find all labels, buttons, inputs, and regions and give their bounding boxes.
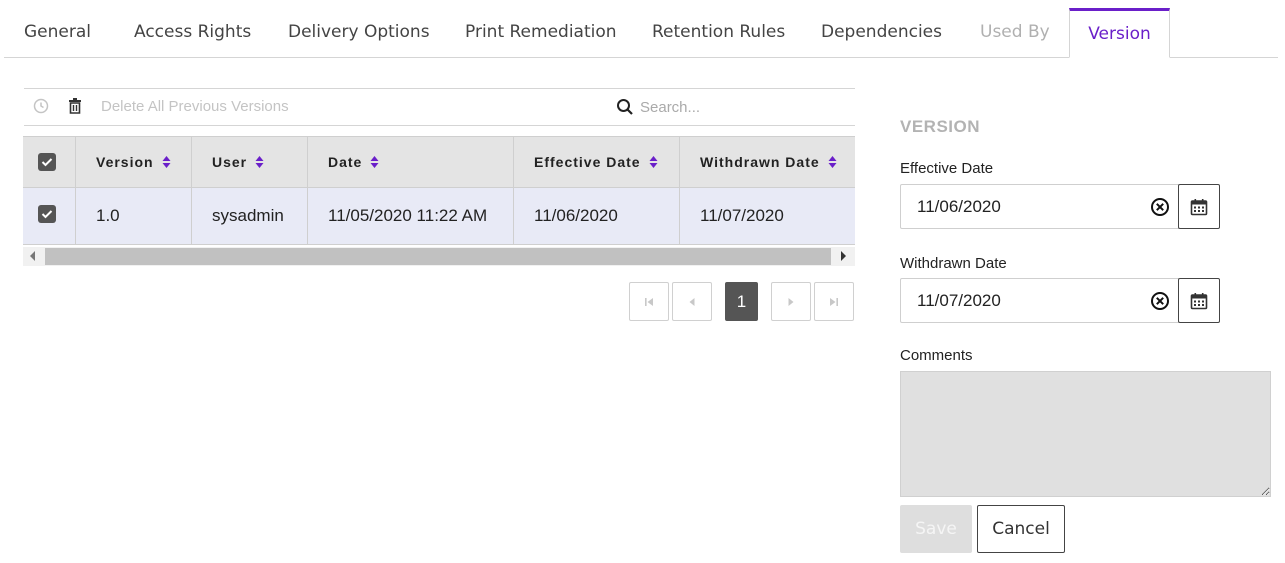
search-icon xyxy=(617,99,633,115)
column-header-label: Withdrawn Date xyxy=(700,154,820,170)
column-header-effective-date[interactable]: Effective Date xyxy=(513,137,679,187)
restore-icon[interactable] xyxy=(32,97,50,115)
column-header-user[interactable]: User xyxy=(191,137,307,187)
withdrawn-date-calendar-button[interactable] xyxy=(1178,278,1220,323)
sort-icon xyxy=(162,156,171,168)
column-header-version[interactable]: Version xyxy=(75,137,191,187)
last-page-icon xyxy=(830,297,838,306)
previous-page-icon xyxy=(689,297,695,306)
tab-delivery-options[interactable]: Delivery Options xyxy=(288,8,430,57)
delete-previous-versions-button: Delete All Previous Versions xyxy=(101,98,289,115)
column-header-label: Date xyxy=(328,154,363,170)
tab-version[interactable]: Version xyxy=(1069,8,1170,58)
column-header-withdrawn-date[interactable]: Withdrawn Date xyxy=(679,137,855,187)
sort-icon xyxy=(255,156,264,168)
last-page-button[interactable] xyxy=(814,282,854,321)
column-header-label: Version xyxy=(96,154,154,170)
previous-page-button[interactable] xyxy=(672,282,712,321)
search-box xyxy=(614,89,854,125)
sort-icon xyxy=(828,156,837,168)
effective-date-field[interactable]: 11/06/2020 xyxy=(900,184,1179,229)
row-select-cell xyxy=(23,188,75,244)
scrollbar-thumb[interactable] xyxy=(45,248,831,265)
tab-general[interactable]: General xyxy=(24,8,91,57)
horizontal-scrollbar[interactable] xyxy=(23,247,855,266)
page-number-current[interactable]: 1 xyxy=(725,282,758,321)
next-page-icon xyxy=(788,297,794,306)
table-header-row: Version User Date Effective Date Withdra… xyxy=(23,136,855,188)
tab-used-by: Used By xyxy=(980,22,1050,42)
tab-dependencies[interactable]: Dependencies xyxy=(821,8,942,57)
trash-icon[interactable] xyxy=(66,97,84,115)
clear-icon[interactable] xyxy=(1150,291,1170,311)
cell-date: 11/05/2020 11:22 AM xyxy=(307,188,513,244)
withdrawn-date-value: 11/07/2020 xyxy=(917,291,1001,310)
sort-icon xyxy=(370,156,379,168)
effective-date-calendar-button[interactable] xyxy=(1178,184,1220,229)
cell-version: 1.0 xyxy=(75,188,191,244)
sort-icon xyxy=(649,156,658,168)
cell-withdrawn-date: 11/07/2020 xyxy=(679,188,855,244)
tab-retention-rules[interactable]: Retention Rules xyxy=(652,8,785,57)
tab-print-remediation[interactable]: Print Remediation xyxy=(465,8,617,57)
comments-label: Comments xyxy=(900,347,973,364)
scroll-left-icon[interactable] xyxy=(30,251,35,261)
withdrawn-date-field[interactable]: 11/07/2020 xyxy=(900,278,1179,323)
versions-grid: Version User Date Effective Date Withdra… xyxy=(23,136,855,267)
effective-date-label: Effective Date xyxy=(900,160,994,177)
column-header-label: Effective Date xyxy=(534,154,641,170)
cell-user: sysadmin xyxy=(191,188,307,244)
tab-bar: General Access Rights Delivery Options P… xyxy=(4,8,1278,58)
effective-date-value: 11/06/2020 xyxy=(917,197,1001,216)
tab-access-rights[interactable]: Access Rights xyxy=(134,8,251,57)
withdrawn-date-label: Withdrawn Date xyxy=(900,255,1007,272)
calendar-icon xyxy=(1190,292,1208,309)
save-button[interactable]: Save xyxy=(900,505,972,553)
table-row[interactable]: 1.0 sysadmin 11/05/2020 11:22 AM 11/06/2… xyxy=(23,188,855,245)
clear-icon[interactable] xyxy=(1150,197,1170,217)
cancel-button[interactable]: Cancel xyxy=(977,505,1065,553)
select-all-checkbox[interactable] xyxy=(38,153,56,171)
row-checkbox[interactable] xyxy=(38,205,56,223)
version-section-title: VERSION xyxy=(900,117,981,136)
search-input[interactable] xyxy=(640,95,850,119)
comments-textarea[interactable] xyxy=(900,371,1271,497)
calendar-icon xyxy=(1190,198,1208,215)
next-page-button[interactable] xyxy=(771,282,811,321)
cell-effective-date: 11/06/2020 xyxy=(513,188,679,244)
first-page-icon xyxy=(645,297,653,306)
grid-toolbar: Delete All Previous Versions xyxy=(24,88,855,126)
column-header-label: User xyxy=(212,154,248,170)
select-all-cell xyxy=(23,137,75,187)
scroll-right-icon[interactable] xyxy=(841,251,846,261)
column-header-date[interactable]: Date xyxy=(307,137,513,187)
first-page-button[interactable] xyxy=(629,282,669,321)
